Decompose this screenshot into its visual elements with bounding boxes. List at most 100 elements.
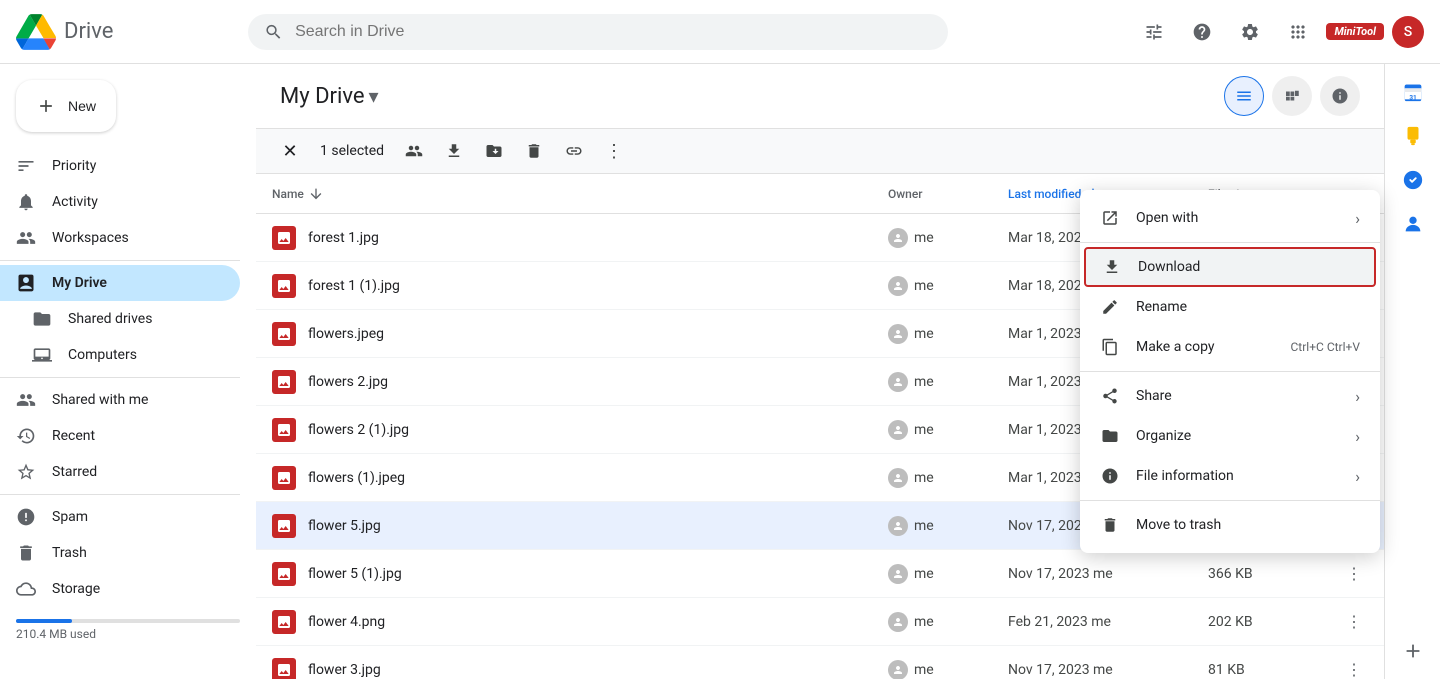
owner-name: me [914,614,934,630]
image-file-icon [272,370,296,394]
link-toolbar-button[interactable] [556,133,592,169]
sidebar: New Priority Activity Workspaces [0,64,256,679]
contacts-icon-right[interactable] [1393,204,1433,244]
menu-move-to-trash[interactable]: Move to trash [1080,505,1380,545]
file-more-button[interactable]: ⋮ [1340,560,1368,588]
keep-icon-right[interactable] [1393,116,1433,156]
new-button[interactable]: New [16,80,116,132]
sidebar-item-activity[interactable]: Activity [0,184,240,220]
file-name: flowers 2.jpg [308,374,388,390]
sidebar-item-priority[interactable]: Priority [0,148,240,184]
spam-icon [16,507,36,527]
file-owner: me [888,372,1008,392]
sidebar-item-my-drive-label: My Drive [52,275,107,291]
file-name-cell: flowers 2.jpg [272,370,888,394]
file-name: flowers.jpeg [308,326,384,342]
table-row[interactable]: flower 4.png me Feb 21, 2023 me 202 KB ⋮ [256,598,1384,646]
help-button[interactable] [1182,12,1222,52]
download-toolbar-button[interactable] [436,133,472,169]
owner-avatar [888,660,908,679]
breadcrumb-arrow[interactable]: ▾ [369,84,379,108]
owner-name: me [914,326,934,342]
organize-arrow: › [1355,427,1360,446]
menu-file-info[interactable]: File information › [1080,456,1380,496]
owner-name: me [914,278,934,294]
tasks-icon-right[interactable] [1393,160,1433,200]
sidebar-item-my-drive[interactable]: My Drive [0,265,240,301]
breadcrumb-title: My Drive [280,84,365,109]
owner-column-header: Owner [888,187,1008,201]
filter-button[interactable] [1134,12,1174,52]
file-name: flowers 2 (1).jpg [308,422,409,438]
file-more-button[interactable]: ⋮ [1340,656,1368,679]
file-name: forest 1 (1).jpg [308,278,400,294]
main-header: My Drive ▾ [256,64,1384,129]
menu-divider-2 [1080,371,1380,372]
sidebar-item-trash[interactable]: Trash [0,535,240,571]
header-right: MiniTool S [1134,12,1424,52]
sidebar-item-storage[interactable]: Storage [0,571,240,607]
menu-open-with[interactable]: Open with › [1080,198,1380,238]
sidebar-item-starred[interactable]: Starred [0,454,240,490]
priority-icon [16,156,36,176]
activity-icon [16,192,36,212]
image-file-icon [272,514,296,538]
sidebar-item-starred-label: Starred [52,464,97,480]
menu-file-info-label: File information [1136,468,1234,484]
move-toolbar-button[interactable] [476,133,512,169]
share-toolbar-button[interactable] [396,133,432,169]
search-input[interactable] [295,23,932,41]
grid-view-button[interactable] [1272,76,1312,116]
file-name: flower 5 (1).jpg [308,566,402,582]
menu-rename[interactable]: Rename [1080,287,1380,327]
owner-avatar [888,228,908,248]
calendar-icon-right[interactable]: 31 [1393,72,1433,112]
file-actions: ⋮ [1308,608,1368,636]
delete-toolbar-button[interactable] [516,133,552,169]
file-date: Nov 17, 2023 me [1008,662,1208,678]
file-date: Nov 17, 2023 me [1008,566,1208,582]
sidebar-item-workspaces-label: Workspaces [52,230,129,246]
info-button[interactable] [1320,76,1360,116]
sidebar-item-shared-drives[interactable]: Shared drives [0,301,240,337]
name-column-header[interactable]: Name [272,186,888,202]
file-size: 366 KB [1208,566,1308,582]
file-owner: me [888,612,1008,632]
image-file-icon [272,226,296,250]
search-bar[interactable] [248,14,948,50]
menu-move-to-trash-label: Move to trash [1136,517,1221,533]
menu-make-copy[interactable]: Make a copy Ctrl+C Ctrl+V [1080,327,1380,367]
share-arrow: › [1355,387,1360,406]
shared-with-me-icon [16,390,36,410]
owner-avatar [888,612,908,632]
deselect-button[interactable]: ✕ [272,133,308,169]
sidebar-item-workspaces[interactable]: Workspaces [0,220,240,256]
image-file-icon [272,658,296,679]
settings-button[interactable] [1230,12,1270,52]
sidebar-item-spam[interactable]: Spam [0,499,240,535]
menu-organize[interactable]: Organize › [1080,416,1380,456]
table-row[interactable]: flower 3.jpg me Nov 17, 2023 me 81 KB ⋮ [256,646,1384,679]
svg-text:31: 31 [1409,93,1416,101]
menu-open-with-label: Open with [1136,210,1198,226]
sidebar-item-computers[interactable]: Computers [0,337,240,373]
list-view-button[interactable] [1224,76,1264,116]
sidebar-item-priority-label: Priority [52,158,96,174]
owner-avatar [888,372,908,392]
file-name-cell: forest 1.jpg [272,226,888,250]
date-column-label: Last modified [1008,187,1081,201]
file-owner: me [888,276,1008,296]
more-toolbar-button[interactable]: ⋮ [596,133,632,169]
sidebar-item-shared-with-me[interactable]: Shared with me [0,382,240,418]
logo-area: Drive [16,12,236,52]
apps-button[interactable] [1278,12,1318,52]
add-app-button[interactable] [1393,631,1433,671]
menu-download[interactable]: Download [1084,247,1376,287]
app-title: Drive [64,19,113,44]
menu-share[interactable]: Share › [1080,376,1380,416]
file-more-button[interactable]: ⋮ [1340,608,1368,636]
file-type-icon [272,466,296,490]
sidebar-item-recent[interactable]: Recent [0,418,240,454]
table-row[interactable]: flower 5 (1).jpg me Nov 17, 2023 me 366 … [256,550,1384,598]
user-avatar[interactable]: S [1392,16,1424,48]
